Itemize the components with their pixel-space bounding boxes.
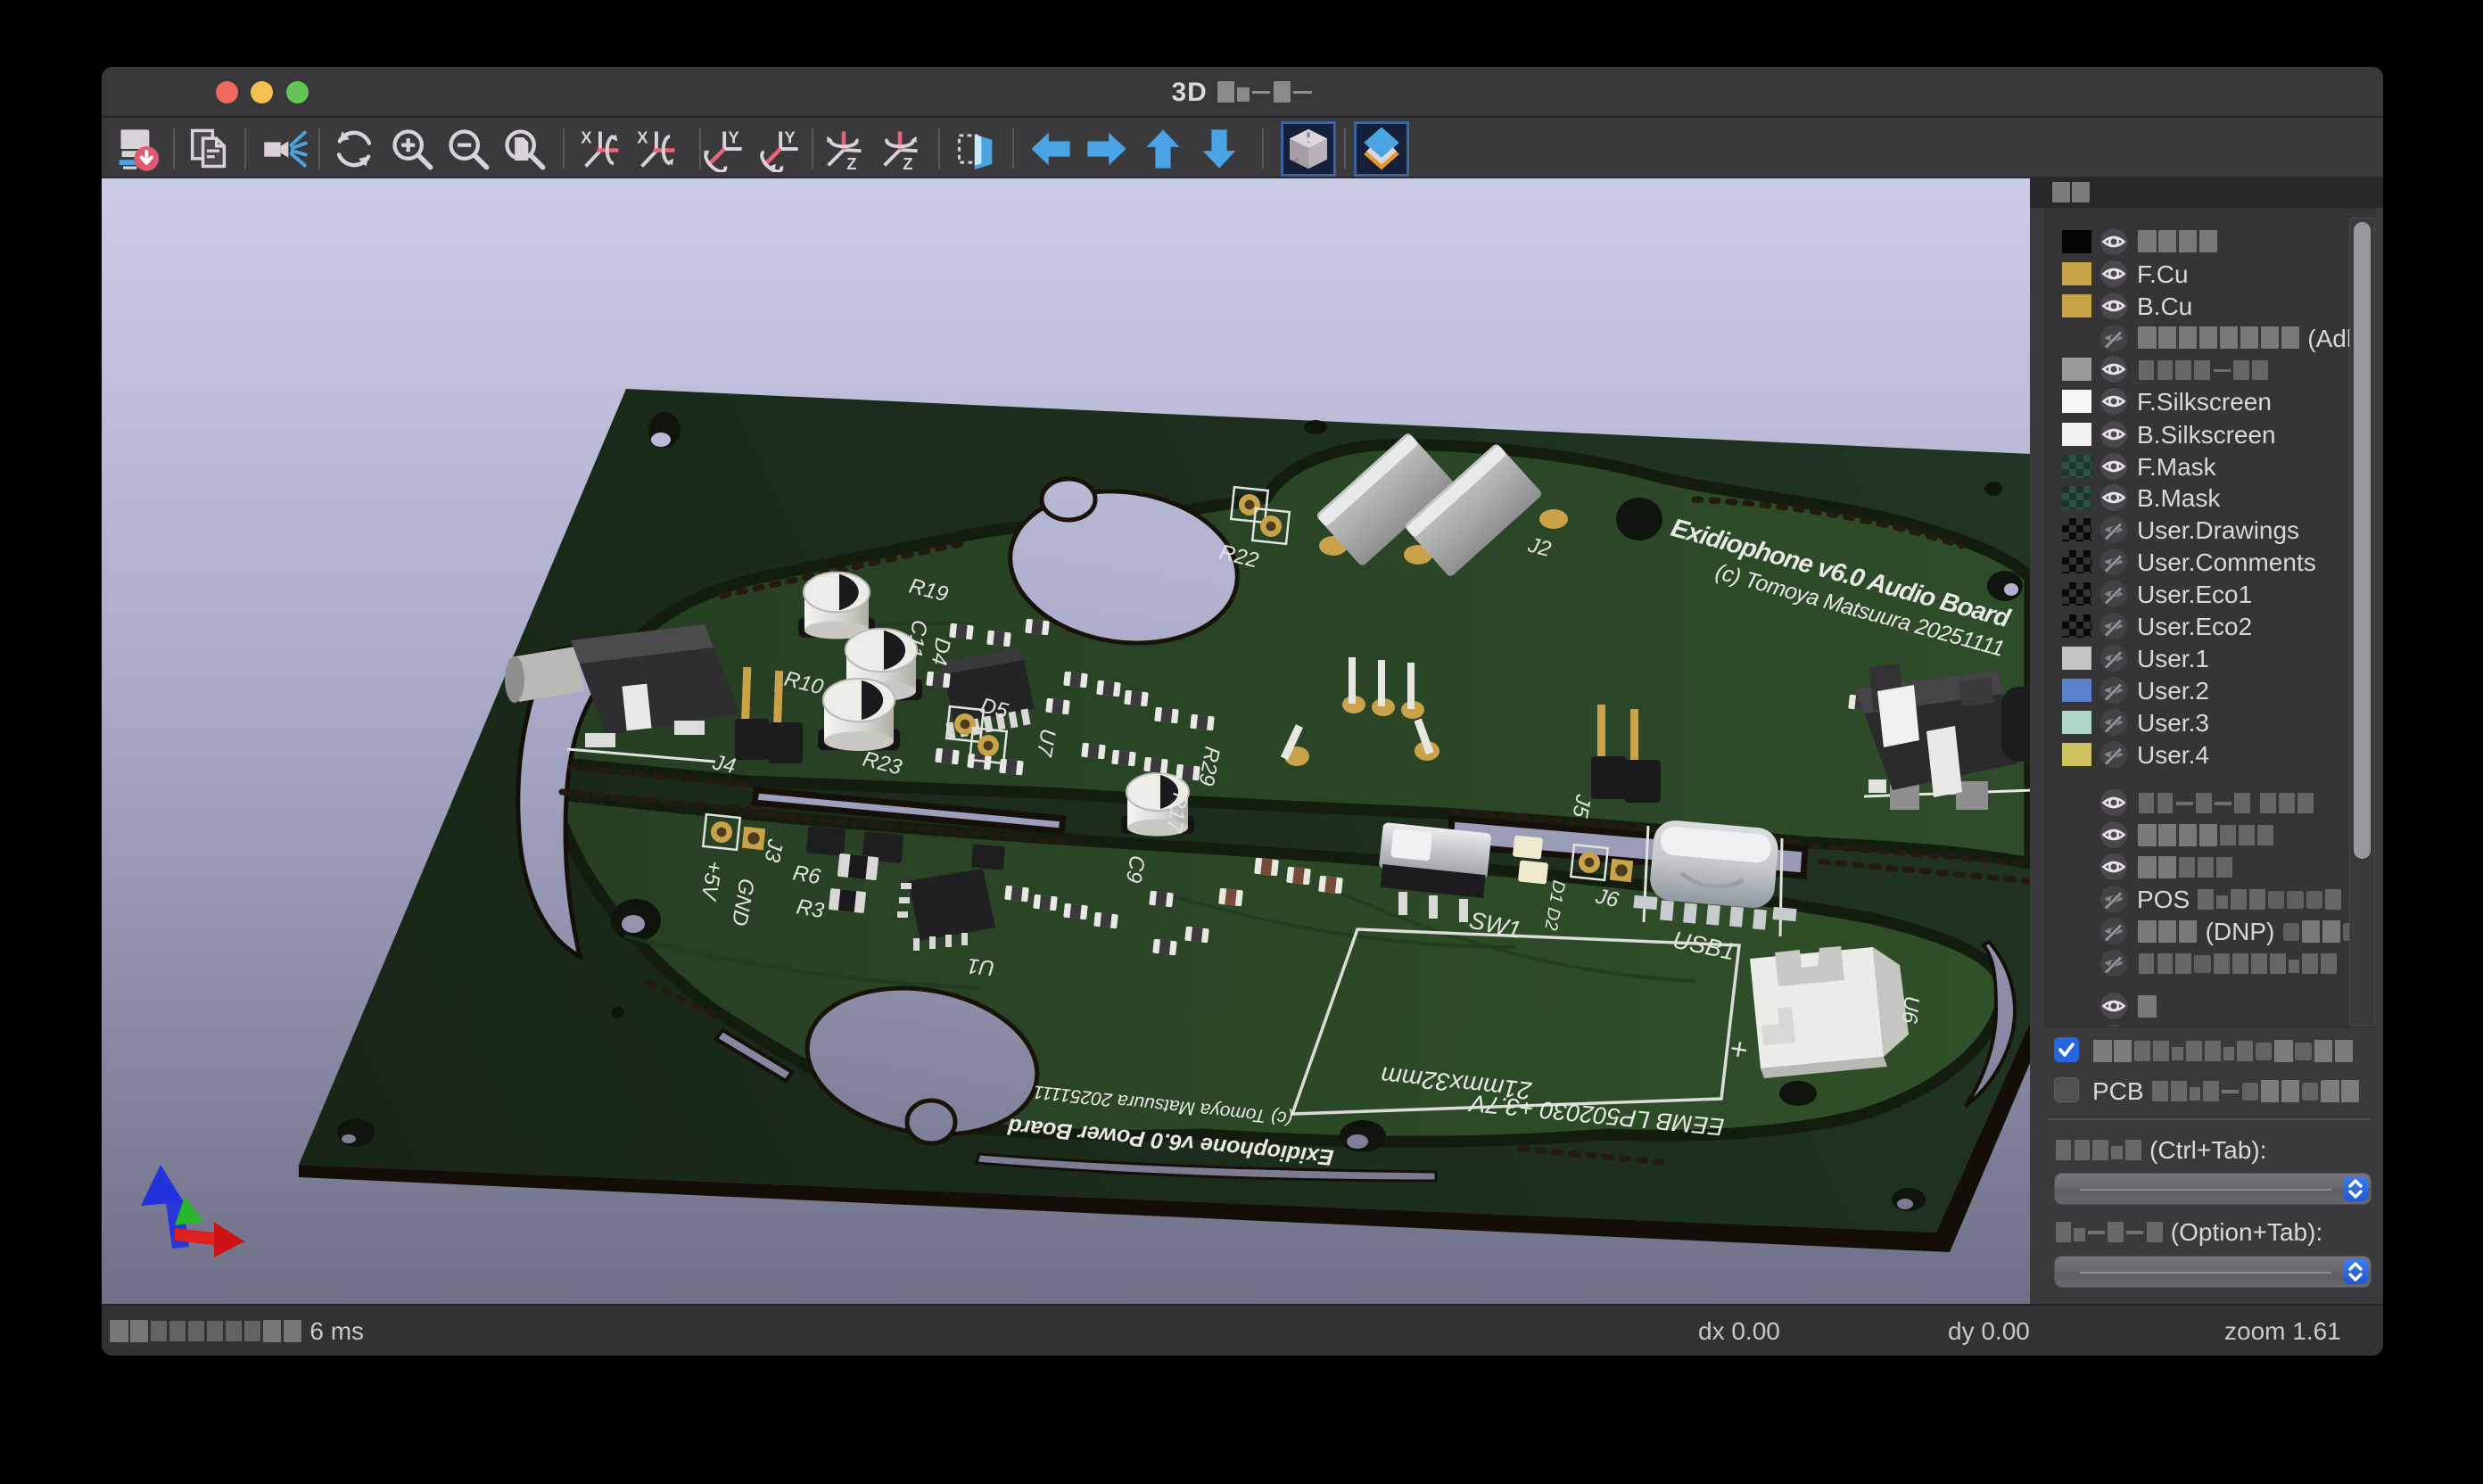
svg-text:R6: R6	[791, 861, 823, 889]
svg-text:C9: C9	[1121, 853, 1150, 885]
svg-text:J3: J3	[760, 837, 788, 864]
svg-text:X: X	[581, 128, 592, 147]
svg-text:U6: U6	[1897, 994, 1924, 1025]
svg-text:Y: Y	[729, 128, 739, 147]
svg-text:Z: Z	[903, 154, 912, 172]
svg-text:D4: D4	[927, 636, 955, 667]
svg-text:U1: U1	[966, 953, 995, 980]
svg-text:J5: J5	[1568, 792, 1596, 820]
svg-text:R3: R3	[795, 895, 827, 923]
svg-text:Y: Y	[785, 128, 796, 147]
svg-text:X: X	[637, 128, 648, 147]
svg-text:Z: Z	[846, 154, 856, 172]
svg-text:J4: J4	[710, 750, 738, 779]
